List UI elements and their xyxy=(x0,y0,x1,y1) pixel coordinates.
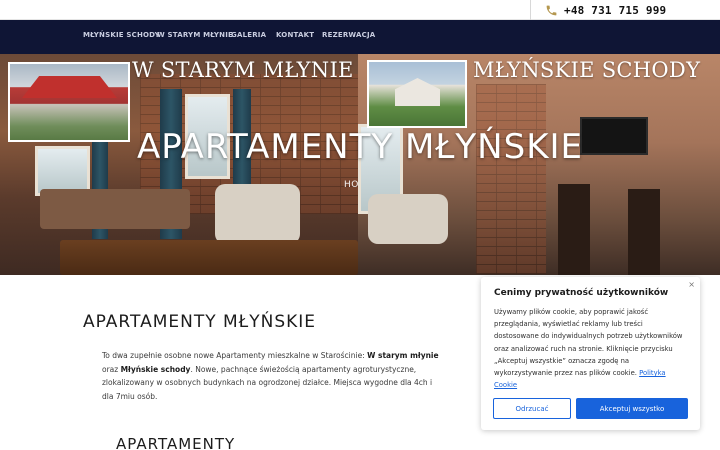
reject-cookies-button[interactable]: Odrzucać xyxy=(493,398,571,419)
hero-label-w-starym-mlynie: W STARYM MŁYNIE xyxy=(132,58,354,82)
dining-chair xyxy=(628,189,660,275)
nav-item-rezerwacja[interactable]: REZERWACJA xyxy=(322,31,375,39)
bold-mlynskie-schody: Młyńskie schody xyxy=(120,364,191,374)
breadcrumb[interactable]: HO xyxy=(344,180,359,190)
section-title: APARTAMENTY MŁYŃSKIE xyxy=(83,312,317,332)
cookie-heading: Cenimy prywatność użytkowników xyxy=(494,288,669,298)
page-title: APARTAMENTY MŁYŃSKIE xyxy=(136,127,583,167)
hero-label-mlynskie-schody: MŁYŃSKIE SCHODY xyxy=(473,58,701,82)
hero-banner: W STARYM MŁYNIE MŁYŃSKIE SCHODY APARTAME… xyxy=(0,54,720,275)
phone-number[interactable]: +48 731 715 999 xyxy=(564,4,666,17)
bold-w-starym-mlynie: W starym młynie xyxy=(367,351,439,360)
cookie-consent-banner: × Cenimy prywatność użytkowników Używamy… xyxy=(481,277,700,430)
phone-contact[interactable]: +48 731 715 999 xyxy=(545,2,666,18)
table xyxy=(60,240,358,275)
accept-all-cookies-button[interactable]: Akceptuj wszystko xyxy=(576,398,688,419)
armchair xyxy=(215,184,300,244)
nav-item-w-starym-mlynie[interactable]: W STARYM MŁYNIE xyxy=(157,31,233,39)
cookie-body: Używamy plików cookie, aby poprawić jako… xyxy=(494,308,683,390)
armchair xyxy=(368,194,448,244)
dining-chair xyxy=(558,184,590,275)
nav-item-galeria[interactable]: GALERIA xyxy=(231,31,266,39)
topbar-divider xyxy=(530,0,531,20)
top-bar: +48 731 715 999 xyxy=(0,0,720,20)
phone-icon xyxy=(546,5,557,15)
nav-item-kontakt[interactable]: KONTAKT xyxy=(276,31,314,39)
nav-item-mlynskie-schody[interactable]: MŁYŃSKIE SCHODY xyxy=(83,31,160,39)
main-nav: MŁYŃSKIE SCHODY W STARYM MŁYNIE GALERIA … xyxy=(0,20,720,54)
subsection-title: APARTAMENTY xyxy=(116,435,236,450)
brick-wall xyxy=(476,84,546,274)
sofa xyxy=(40,189,190,229)
intro-paragraph: To dwa zupełnie osobne nowe Apartamenty … xyxy=(102,351,439,401)
close-icon[interactable]: × xyxy=(688,280,695,289)
